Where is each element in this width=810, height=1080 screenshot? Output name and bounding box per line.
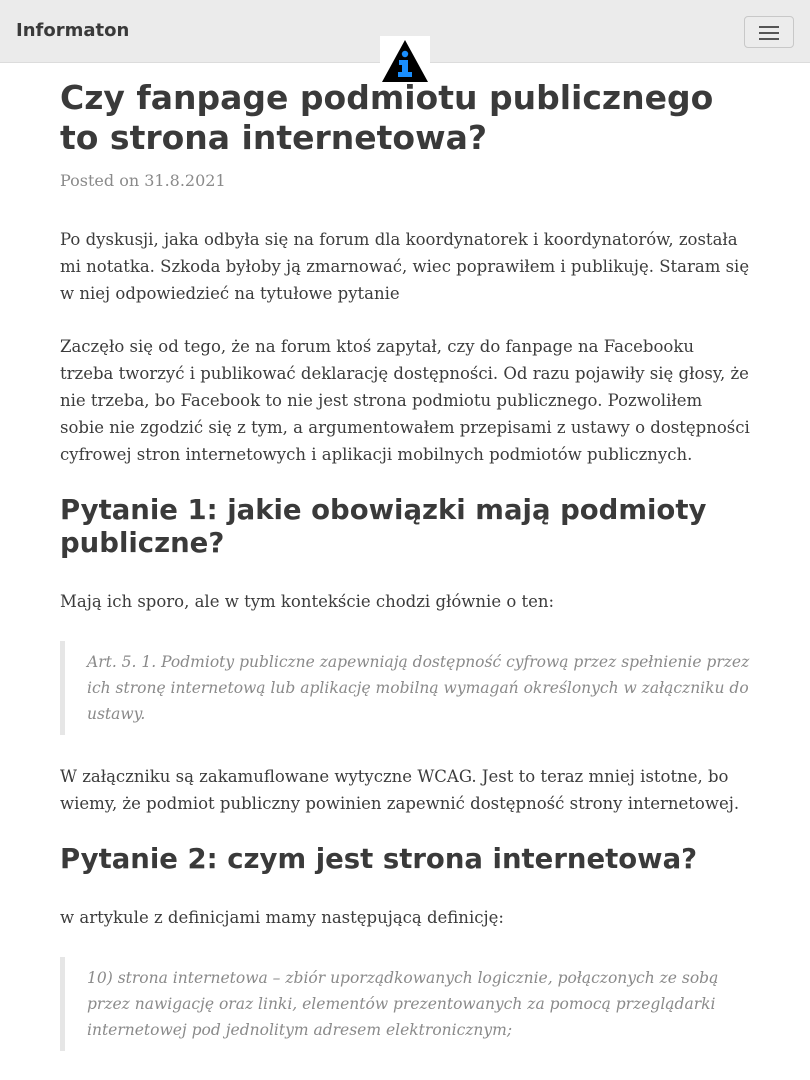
posted-on-label: Posted on	[60, 171, 145, 190]
info-triangle-logo-icon	[382, 40, 428, 82]
hamburger-menu-icon-bar	[759, 32, 779, 34]
hamburger-menu-icon-bar	[759, 38, 779, 40]
heading-question-2: Pytanie 2: czym jest strona internetowa?	[60, 843, 698, 875]
site-logo	[380, 36, 430, 84]
brand-link[interactable]: Informaton	[16, 20, 129, 42]
paragraph-definitions: w artykule z definicjami mamy następując…	[60, 908, 504, 927]
paragraph-obligations: Mają ich sporo, ale w tym kontekście cho…	[60, 592, 555, 611]
page-title: Czy fanpage podmiotu publicznego to stro…	[60, 78, 714, 157]
paragraph-intro: Po dyskusji, jaka odbyła się na forum dl…	[60, 230, 750, 303]
quote-article-5: Art. 5. 1. Podmioty publiczne zapewniają…	[60, 641, 750, 735]
quote-article-5-text: Art. 5. 1. Podmioty publiczne zapewniają…	[87, 653, 750, 723]
menu-toggle-button[interactable]	[744, 16, 794, 48]
paragraph-background: Zaczęło się od tego, że na forum ktoś za…	[60, 337, 750, 464]
paragraph-wcag: W załączniku są zakamuflowane wytyczne W…	[60, 767, 740, 813]
quote-definition: 10) strona internetowa – zbiór uporządko…	[60, 957, 750, 1051]
quote-definition-text: 10) strona internetowa – zbiór uporządko…	[87, 969, 719, 1039]
post-date: 31.8.2021	[144, 171, 226, 190]
heading-question-1: Pytanie 1: jakie obowiązki mają podmioty…	[60, 494, 707, 559]
article: Czy fanpage podmiotu publicznego to stro…	[60, 78, 750, 1079]
post-meta: Posted on 31.8.2021	[60, 170, 750, 192]
hamburger-menu-icon	[759, 26, 779, 28]
